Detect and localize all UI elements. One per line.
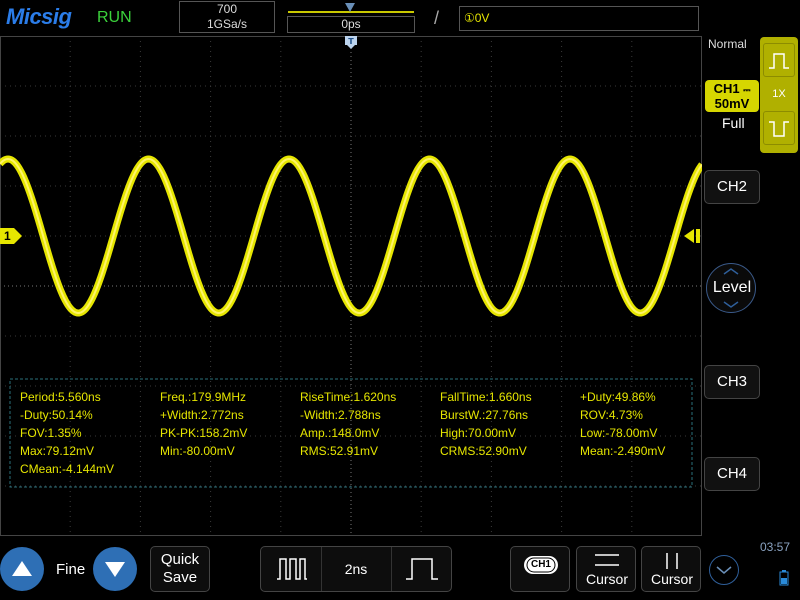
vertical-cursor-icon bbox=[666, 553, 678, 569]
ch1-control-strip: 1X bbox=[760, 37, 798, 153]
measurement-value: Freq.:179.9MHz bbox=[160, 390, 247, 404]
measurement-value: FallTime:1.660ns bbox=[440, 390, 532, 404]
horizontal-cursor-button[interactable]: Cursor bbox=[576, 546, 636, 592]
ch1-badge-label: CH1 bbox=[530, 559, 551, 570]
ch4-button[interactable]: CH4 bbox=[704, 457, 760, 491]
ch3-button[interactable]: CH3 bbox=[704, 365, 760, 399]
vertical-cursor-label: Cursor bbox=[650, 571, 693, 587]
trigger-level-box[interactable]: ①0V bbox=[459, 6, 699, 31]
ch2-button[interactable]: CH2 bbox=[704, 170, 760, 204]
measurement-value: +Width:2.772ns bbox=[160, 408, 244, 422]
triangle-up-icon bbox=[12, 561, 32, 576]
ch1-coupling-dc-button[interactable] bbox=[763, 43, 795, 77]
vertical-cursor-button[interactable]: Cursor bbox=[641, 546, 701, 592]
triangle-down-icon bbox=[105, 562, 125, 577]
pulse-up-icon bbox=[769, 53, 789, 69]
measurement-value: PK-PK:158.2mV bbox=[160, 426, 248, 440]
ch1-select-button[interactable]: CH1 bbox=[510, 546, 570, 592]
scale-up-button[interactable] bbox=[0, 547, 44, 591]
clock: 03:57 bbox=[760, 540, 791, 554]
ch1-coupling-icon: ⎓ bbox=[743, 85, 751, 95]
bandwidth-limit[interactable]: Full bbox=[722, 115, 745, 131]
ch1-label-row: CH1 ⎓ bbox=[705, 82, 759, 97]
quick-save-button[interactable]: Quick Save bbox=[150, 546, 210, 592]
expand-menu-button[interactable] bbox=[709, 555, 739, 585]
narrow-pulses-icon bbox=[277, 558, 307, 580]
trigger-time-marker-icon[interactable]: T bbox=[344, 36, 358, 49]
measurement-value: RiseTime:1.620ns bbox=[300, 390, 397, 404]
pulse-invert-icon bbox=[769, 121, 789, 137]
trigger-position-marker-icon bbox=[345, 3, 355, 12]
scale-down-button[interactable] bbox=[93, 547, 137, 591]
ch1-invert-button[interactable] bbox=[763, 111, 795, 145]
micsig-logo: Micsig bbox=[6, 4, 72, 29]
measurement-value: -Duty:50.14% bbox=[20, 408, 93, 422]
battery-icon bbox=[779, 570, 789, 586]
horizontal-cursor-icon bbox=[595, 554, 619, 566]
measurement-value: FOV:1.35% bbox=[20, 426, 82, 440]
measurement-value: Min:-80.00mV bbox=[160, 444, 235, 458]
level-label: Level bbox=[712, 279, 752, 296]
measurement-value: BurstW.:27.76ns bbox=[440, 408, 529, 422]
ch1-probe-ratio[interactable]: 1X bbox=[763, 85, 795, 103]
measurement-value: Max:79.12mV bbox=[20, 444, 95, 458]
ch1-ground-marker[interactable]: 1 bbox=[0, 228, 22, 244]
measurement-value: RMS:52.91mV bbox=[300, 444, 379, 458]
trigger-slope-icon[interactable]: / bbox=[434, 8, 439, 29]
level-knob-button[interactable]: Level bbox=[706, 263, 756, 313]
horizontal-cursor-label: Cursor bbox=[585, 571, 628, 587]
measurement-value: High:70.00mV bbox=[440, 426, 517, 440]
svg-text:T: T bbox=[348, 37, 354, 46]
fine-toggle[interactable]: Fine bbox=[56, 561, 85, 578]
measurement-value: +Duty:49.86% bbox=[580, 390, 656, 404]
measurement-value: CMean:-4.144mV bbox=[20, 462, 115, 476]
horizontal-offset[interactable]: 0ps bbox=[287, 16, 415, 33]
measurement-value: -Width:2.788ns bbox=[300, 408, 381, 422]
timebase-control: 2ns bbox=[260, 546, 452, 592]
wide-pulse-icon bbox=[406, 558, 438, 580]
quick-save-line1: Quick bbox=[160, 551, 200, 568]
ch1-channel-button[interactable]: CH1 ⎓ 50mV bbox=[705, 80, 759, 112]
measurement-value: ROV:4.73% bbox=[580, 408, 643, 422]
quick-save-line2: Save bbox=[162, 569, 198, 586]
acquisition-info-box[interactable]: 700 1GSa/s bbox=[179, 1, 275, 33]
measurement-value: Amp.:148.0mV bbox=[300, 426, 380, 440]
timebase-increase-button[interactable] bbox=[391, 547, 452, 591]
trigger-level-arrow-icon[interactable] bbox=[682, 228, 702, 244]
measurement-value: CRMS:52.90mV bbox=[440, 444, 527, 458]
sample-rate: 1GSa/s bbox=[206, 17, 248, 31]
timebase-decrease-button[interactable] bbox=[261, 547, 322, 591]
measurement-value: Period:5.560ns bbox=[20, 390, 101, 404]
timebase-scale: 2ns bbox=[344, 561, 368, 577]
measurement-value: Low:-78.00mV bbox=[580, 426, 658, 440]
measurement-table: Period:5.560ns Freq.:179.9MHz RiseTime:1.6… bbox=[20, 390, 700, 480]
measurement-value: Mean:-2.490mV bbox=[580, 444, 666, 458]
memory-depth: 700 bbox=[216, 2, 238, 16]
trigger-mode[interactable]: Normal bbox=[708, 37, 747, 51]
ch1-marker-label: 1 bbox=[4, 229, 11, 243]
ch1-scale: 50mV bbox=[714, 96, 750, 111]
chevron-down-icon bbox=[716, 566, 732, 574]
run-stop-status[interactable]: RUN bbox=[97, 9, 132, 27]
ch1-label: CH1 bbox=[713, 81, 740, 96]
